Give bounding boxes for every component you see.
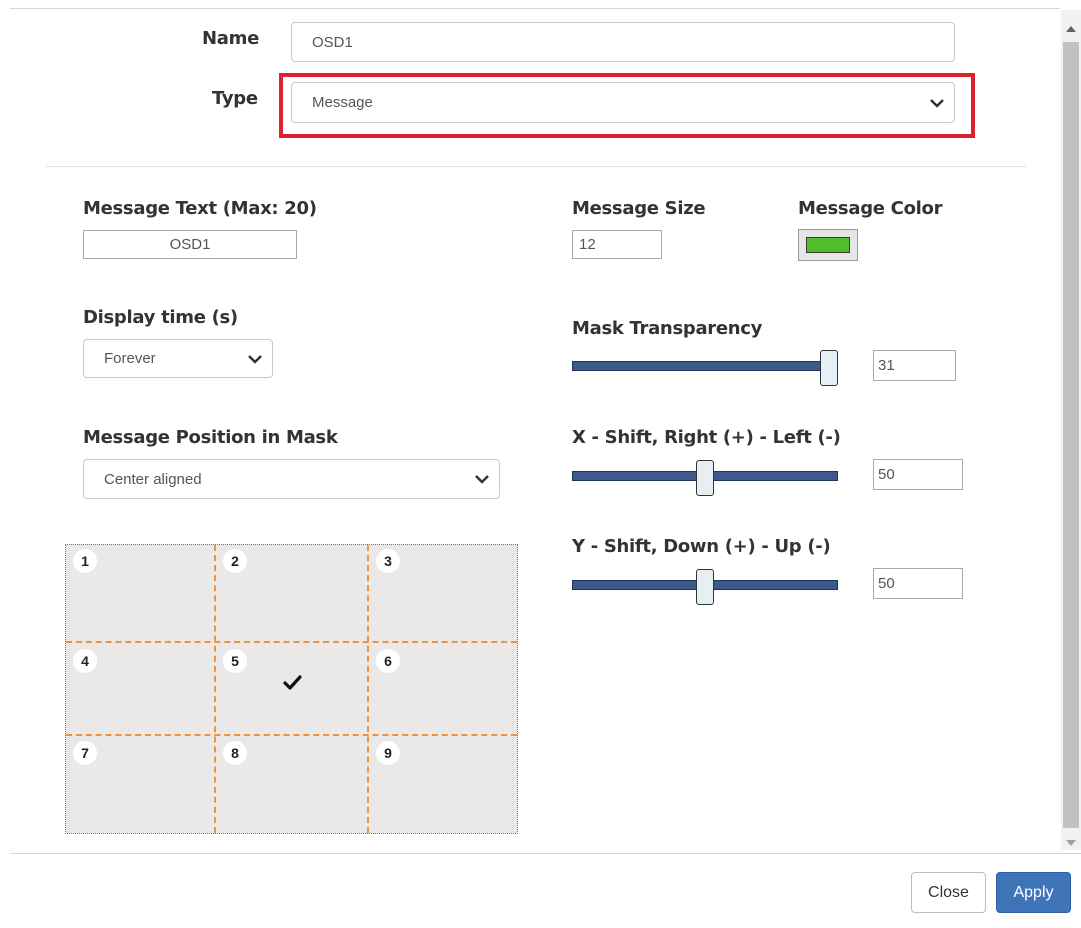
message-text-label: Message Text (Max: 20): [83, 198, 317, 219]
slider-thumb[interactable]: [696, 569, 714, 605]
y-shift-label: Y - Shift, Down (+) - Up (-): [572, 536, 831, 557]
type-label: Type: [212, 88, 258, 109]
grid-cell-number: 7: [73, 741, 97, 765]
grid-cell-number: 3: [376, 549, 400, 573]
grid-cell-2[interactable]: 2: [215, 545, 368, 642]
vertical-scrollbar[interactable]: [1061, 10, 1081, 850]
slider-track: [572, 361, 838, 371]
message-size-input[interactable]: 12: [572, 230, 662, 259]
grid-cell-number: 4: [73, 649, 97, 673]
grid-cell-9[interactable]: 9: [368, 735, 518, 834]
message-size-value: 12: [579, 236, 596, 253]
top-border: [10, 8, 1060, 9]
y-shift-slider[interactable]: [572, 569, 838, 605]
message-color-label: Message Color: [798, 198, 943, 219]
slider-thumb[interactable]: [820, 350, 838, 386]
section-divider: [46, 166, 1026, 167]
message-size-label: Message Size: [572, 198, 706, 219]
scroll-up-arrow-icon[interactable]: [1065, 20, 1077, 32]
display-time-label: Display time (s): [83, 307, 238, 328]
type-select-value: Message: [312, 94, 373, 111]
type-select[interactable]: Message: [291, 82, 955, 123]
grid-cell-8[interactable]: 8: [215, 735, 368, 834]
grid-cell-4[interactable]: 4: [66, 642, 215, 735]
close-button[interactable]: Close: [911, 872, 986, 913]
y-shift-value: 50: [878, 575, 895, 592]
y-shift-input[interactable]: 50: [873, 568, 963, 599]
grid-cell-number: 6: [376, 649, 400, 673]
message-position-label: Message Position in Mask: [83, 427, 338, 448]
name-input-value: OSD1: [312, 33, 353, 51]
display-time-select[interactable]: Forever: [83, 339, 273, 378]
scrollbar-thumb[interactable]: [1063, 42, 1079, 828]
message-text-value: OSD1: [169, 236, 211, 253]
grid-cell-3[interactable]: 3: [368, 545, 518, 642]
name-label: Name: [202, 28, 259, 49]
message-text-input[interactable]: OSD1: [83, 230, 297, 259]
mask-transparency-label: Mask Transparency: [572, 318, 763, 339]
x-shift-value: 50: [878, 466, 895, 483]
chevron-down-icon: [475, 474, 489, 484]
grid-cell-1[interactable]: 1: [66, 545, 215, 642]
footer-border: [10, 853, 1081, 854]
message-position-value: Center aligned: [104, 470, 202, 488]
x-shift-label: X - Shift, Right (+) - Left (-): [572, 427, 841, 448]
display-time-value: Forever: [104, 350, 156, 367]
message-color-picker[interactable]: [798, 229, 858, 261]
scroll-down-arrow-icon[interactable]: [1065, 834, 1077, 846]
mask-transparency-value: 31: [878, 357, 895, 374]
chevron-down-icon: [930, 98, 944, 108]
mask-transparency-input[interactable]: 31: [873, 350, 956, 381]
grid-cell-number: 9: [376, 741, 400, 765]
apply-button[interactable]: Apply: [996, 872, 1071, 913]
message-position-select[interactable]: Center aligned: [83, 459, 500, 499]
grid-cell-number: 1: [73, 549, 97, 573]
slider-thumb[interactable]: [696, 460, 714, 496]
grid-cell-6[interactable]: 6: [368, 642, 518, 735]
grid-cell-number: 8: [223, 741, 247, 765]
x-shift-slider[interactable]: [572, 460, 838, 496]
name-input[interactable]: OSD1: [291, 22, 955, 62]
chevron-down-icon: [248, 354, 262, 364]
grid-cell-number: 5: [223, 649, 247, 673]
position-grid[interactable]: 1 2 3 4 5 6 7 8 9: [65, 544, 518, 834]
grid-cell-7[interactable]: 7: [66, 735, 215, 834]
mask-transparency-slider[interactable]: [572, 350, 838, 386]
x-shift-input[interactable]: 50: [873, 459, 963, 490]
checkmark-icon: [283, 675, 303, 691]
grid-cell-number: 2: [223, 549, 247, 573]
color-swatch: [806, 237, 850, 253]
